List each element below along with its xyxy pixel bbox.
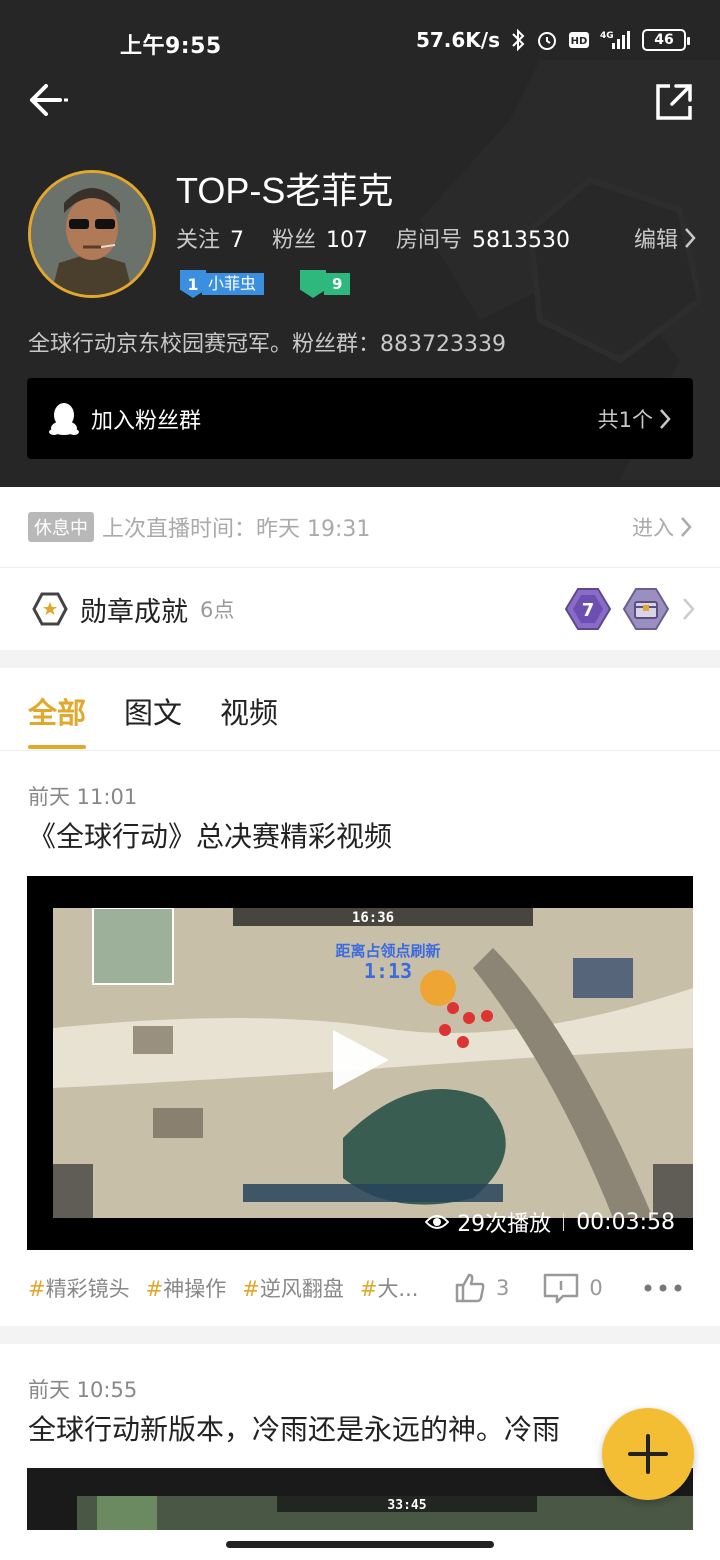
bluetooth-icon bbox=[510, 28, 526, 52]
tab-all[interactable]: 全部 bbox=[28, 668, 87, 751]
video-player[interactable]: 16:36 距离占领点刷新 1:13 29次播放 00:03:58 bbox=[27, 876, 693, 1250]
chevron-right-icon bbox=[660, 408, 671, 429]
section-divider bbox=[0, 650, 720, 668]
medal-achievements-row[interactable]: 勋章成就 6点 7 bbox=[0, 568, 720, 650]
post-footer: #精彩镜头 #神操作 #逆风翻盘 #大... 3 0 bbox=[28, 1262, 694, 1314]
game-countdown: 1:13 bbox=[364, 959, 412, 983]
like-count: 3 bbox=[496, 1276, 510, 1300]
video-thumbnail: 33:45 bbox=[77, 1496, 693, 1530]
fan-group-count: 共1个 bbox=[598, 404, 671, 434]
svg-text:4G: 4G bbox=[600, 31, 614, 41]
tab-image-text[interactable]: 图文 bbox=[124, 668, 182, 751]
home-indicator[interactable] bbox=[226, 1541, 494, 1548]
chevron-right-icon bbox=[681, 517, 692, 537]
resting-tag: 休息中 bbox=[28, 512, 94, 542]
qq-penguin-icon bbox=[49, 402, 79, 435]
thumbs-up-icon bbox=[455, 1273, 485, 1303]
live-status-row[interactable]: 休息中 上次直播时间：昨天 19:31 进入 bbox=[0, 487, 720, 568]
status-time: 上午9:55 bbox=[120, 34, 222, 59]
comment-icon bbox=[544, 1273, 579, 1304]
battery-icon: 46 bbox=[642, 29, 690, 51]
last-live-time: 上次直播时间：昨天 19:31 bbox=[102, 517, 371, 542]
create-post-button[interactable] bbox=[602, 1408, 694, 1500]
fan-badge-number: 9 bbox=[324, 273, 351, 295]
status-bar: 上午9:55 57.6K/s HD 4G 46 bbox=[0, 0, 720, 84]
fan-badge[interactable]: 9 bbox=[300, 270, 351, 298]
post-title[interactable]: 全球行动新版本，冷雨还是永远的神。冷雨 bbox=[28, 1408, 648, 1448]
enter-label: 进入 bbox=[632, 516, 674, 540]
post-title[interactable]: 《全球行动》总决赛精彩视频 bbox=[28, 815, 392, 855]
tag-item[interactable]: #精彩镜头 bbox=[28, 1273, 130, 1303]
room-label: 房间号 bbox=[396, 228, 463, 253]
fan-group-count-text: 共1个 bbox=[597, 407, 653, 432]
comment-button[interactable]: 0 bbox=[543, 1272, 603, 1304]
avatar[interactable] bbox=[28, 170, 156, 298]
chevron-right-icon bbox=[685, 228, 696, 248]
follow-count[interactable]: 7 bbox=[230, 228, 244, 253]
level-badge-text: 小菲虫 bbox=[202, 273, 265, 295]
play-count: 29次播放 bbox=[457, 1212, 552, 1237]
chevron-right-icon bbox=[683, 598, 695, 620]
video-player[interactable]: 33:45 bbox=[27, 1468, 693, 1530]
follow-label[interactable]: 关注 bbox=[176, 222, 220, 254]
username: TOP-S老菲克 bbox=[176, 170, 394, 211]
tag-item[interactable]: #大... bbox=[360, 1273, 418, 1303]
enter-room-link[interactable]: 进入 bbox=[632, 512, 692, 542]
profile-bio: 全球行动京东校园赛冠军。粉丝群：883723339 bbox=[28, 332, 506, 357]
section-divider bbox=[0, 1326, 720, 1344]
game-timer: 33:45 bbox=[387, 1498, 426, 1513]
signal-icon: 4G bbox=[600, 29, 632, 51]
network-speed: 57.6K/s bbox=[415, 28, 500, 52]
eye-icon bbox=[425, 1215, 450, 1229]
fan-shield-icon bbox=[300, 270, 326, 298]
tag-item[interactable]: #神操作 bbox=[146, 1273, 227, 1303]
join-fan-group-button[interactable]: 加入粉丝群 共1个 bbox=[27, 378, 693, 459]
play-icon[interactable] bbox=[327, 1026, 395, 1094]
fans-count[interactable]: 107 bbox=[326, 228, 368, 253]
video-meta: 29次播放 00:03:58 bbox=[425, 1206, 675, 1238]
game-timer: 16:36 bbox=[352, 910, 394, 926]
post-date: 前天 11:01 bbox=[28, 785, 138, 809]
more-options-icon[interactable] bbox=[643, 1284, 683, 1292]
edit-label: 编辑 bbox=[633, 228, 678, 253]
profile-stats: 关注 7 粉丝 107 房间号 5813530 bbox=[176, 222, 598, 254]
svg-text:HD: HD bbox=[571, 36, 588, 47]
comment-count: 0 bbox=[589, 1276, 603, 1300]
back-arrow-icon[interactable] bbox=[26, 80, 74, 120]
battery-level: 46 bbox=[654, 32, 674, 48]
meta-separator bbox=[563, 1213, 565, 1231]
profile-header: 上午9:55 57.6K/s HD 4G 46 TOP-S老菲克 关注 7 粉丝… bbox=[0, 0, 720, 487]
level-medal-icon: 7 bbox=[564, 588, 612, 630]
fans-label[interactable]: 粉丝 bbox=[272, 222, 316, 254]
tag-item[interactable]: #逆风翻盘 bbox=[242, 1273, 344, 1303]
like-button[interactable]: 3 bbox=[454, 1272, 509, 1304]
hd-icon: HD bbox=[568, 31, 590, 49]
alarm-icon bbox=[536, 29, 558, 51]
content-tabs: 全部 图文 视频 bbox=[0, 668, 720, 751]
medal-title: 勋章成就 bbox=[80, 596, 188, 628]
post-date: 前天 10:55 bbox=[28, 1378, 138, 1402]
plus-icon bbox=[628, 1434, 668, 1474]
post-tags: #精彩镜头 #神操作 #逆风翻盘 #大... bbox=[28, 1273, 418, 1303]
medal-level-number: 7 bbox=[582, 600, 595, 621]
level-badge[interactable]: 1 小菲虫 bbox=[180, 270, 265, 298]
chest-medal-icon bbox=[622, 588, 670, 630]
medal-points: 6点 bbox=[200, 598, 235, 622]
fan-group-label: 加入粉丝群 bbox=[91, 408, 202, 434]
medal-hexagon-icon bbox=[32, 592, 68, 626]
game-banner: 距离占领点刷新 bbox=[335, 942, 440, 960]
share-icon[interactable] bbox=[652, 80, 696, 124]
tab-video[interactable]: 视频 bbox=[220, 668, 278, 751]
edit-profile-button[interactable]: 编辑 bbox=[634, 222, 696, 254]
video-duration: 00:03:58 bbox=[576, 1209, 675, 1235]
room-number: 5813530 bbox=[472, 228, 571, 253]
